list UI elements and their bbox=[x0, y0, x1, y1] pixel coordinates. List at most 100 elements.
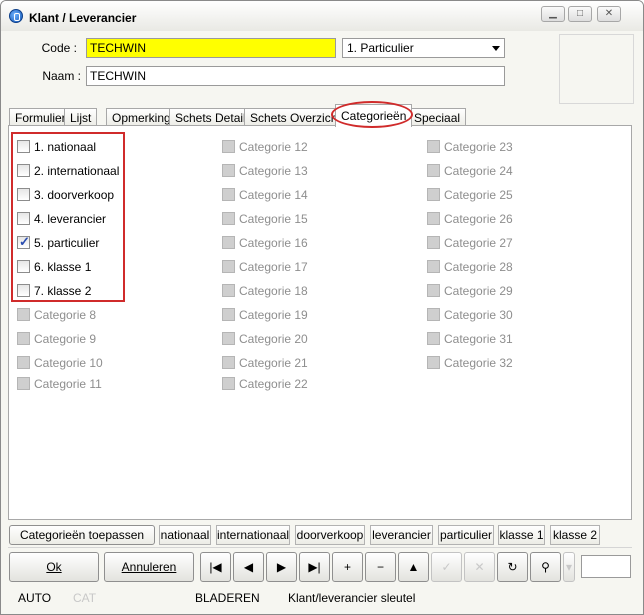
filter-klasse-1[interactable]: klasse 1 bbox=[498, 525, 545, 545]
tab-schets-detail[interactable]: Schets Detail bbox=[169, 108, 252, 126]
first-record-icon: |◀ bbox=[209, 560, 222, 574]
checkbox-box bbox=[222, 308, 235, 321]
category-label: Categorie 8 bbox=[34, 308, 97, 322]
category-label: Categorie 15 bbox=[239, 212, 308, 226]
move-up-button[interactable]: ▲ bbox=[398, 552, 429, 582]
status-mode: AUTO bbox=[18, 591, 52, 605]
checkbox-box bbox=[222, 236, 235, 249]
checkbox-box bbox=[17, 356, 30, 369]
checkbox-box[interactable] bbox=[17, 284, 30, 297]
filter-label: klasse 1 bbox=[499, 528, 544, 542]
add-record-button[interactable]: + bbox=[332, 552, 363, 582]
name-label: Naam : bbox=[42, 69, 81, 83]
checkbox-box bbox=[17, 377, 30, 390]
category-label: Categorie 13 bbox=[239, 164, 308, 178]
category-label: 2. internationaal bbox=[34, 164, 120, 178]
status-key: Klant/leverancier sleutel bbox=[288, 591, 416, 605]
tab-categorieen[interactable]: Categorieën bbox=[335, 104, 413, 127]
checkbox-box bbox=[427, 356, 440, 369]
client-type-select[interactable]: 1. Particulier bbox=[342, 38, 505, 58]
filter-leverancier[interactable]: leverancier bbox=[370, 525, 433, 545]
checkbox-box[interactable] bbox=[17, 260, 30, 273]
binoculars-button[interactable]: ⚲ bbox=[530, 552, 561, 582]
search-options-dropdown[interactable]: ▾ bbox=[563, 552, 575, 582]
app-icon bbox=[9, 9, 23, 23]
record-counter-box[interactable] bbox=[581, 555, 631, 578]
checkbox-box bbox=[222, 212, 235, 225]
code-input[interactable]: TECHWIN bbox=[86, 38, 336, 58]
tab-label: Schets Detail bbox=[175, 111, 246, 125]
maximize-button[interactable]: □ bbox=[568, 6, 592, 22]
title-bar[interactable]: Klant / Leverancier ▁ □ ✕ bbox=[1, 1, 643, 31]
cancel-button[interactable]: Annuleren bbox=[104, 552, 194, 582]
next-record-icon: ▶ bbox=[276, 560, 287, 574]
category-label: Categorie 29 bbox=[444, 284, 513, 298]
category-label: Categorie 12 bbox=[239, 140, 308, 154]
tab-formulier[interactable]: Formulier bbox=[9, 108, 72, 126]
filter-particulier[interactable]: particulier bbox=[438, 525, 494, 545]
filter-label: leverancier bbox=[372, 528, 431, 542]
refresh-button[interactable]: ↻ bbox=[497, 552, 528, 582]
filter-nationaal[interactable]: nationaal bbox=[159, 525, 211, 545]
tab-speciaal[interactable]: Speciaal bbox=[408, 108, 467, 126]
ok-label: Ok bbox=[46, 560, 62, 574]
filter-doorverkoop[interactable]: doorverkoop bbox=[295, 525, 365, 545]
checkbox-box[interactable]: ✓ bbox=[17, 234, 30, 249]
category-label: Categorie 17 bbox=[239, 260, 308, 274]
category-label: Categorie 27 bbox=[444, 236, 513, 250]
filter-klasse-2[interactable]: klasse 2 bbox=[550, 525, 600, 545]
add-record-icon: + bbox=[343, 560, 351, 574]
cancel-edit-button: ✕ bbox=[464, 552, 495, 582]
category-label: Categorie 16 bbox=[239, 236, 308, 250]
category-label: Categorie 25 bbox=[444, 188, 513, 202]
filter-label: doorverkoop bbox=[296, 528, 364, 542]
delete-record-button[interactable]: − bbox=[365, 552, 396, 582]
checkbox-box[interactable] bbox=[17, 212, 30, 225]
tab-lijst[interactable]: Lijst bbox=[64, 108, 98, 126]
status-state: BLADEREN bbox=[195, 591, 260, 605]
previous-record-icon: ◀ bbox=[243, 560, 254, 574]
checkbox-box bbox=[427, 188, 440, 201]
tab-opmerking[interactable]: Opmerking bbox=[106, 108, 177, 126]
category-label: Categorie 23 bbox=[444, 140, 513, 154]
category-label: Categorie 24 bbox=[444, 164, 513, 178]
category-label: Categorie 9 bbox=[34, 332, 97, 346]
name-value: TECHWIN bbox=[90, 69, 146, 83]
checkbox-box bbox=[222, 356, 235, 369]
checkbox-box[interactable] bbox=[17, 164, 30, 177]
category-label: Categorie 30 bbox=[444, 308, 513, 322]
checkbox-box[interactable] bbox=[17, 140, 30, 153]
filter-internationaal[interactable]: internationaal bbox=[216, 525, 290, 545]
category-label: Categorie 18 bbox=[239, 284, 308, 298]
tab-schets-overzicht[interactable]: Schets Overzicht bbox=[244, 108, 347, 126]
close-button[interactable]: ✕ bbox=[597, 6, 621, 22]
categories-panel bbox=[8, 125, 632, 520]
filter-label: klasse 2 bbox=[552, 528, 598, 542]
toolbar-divider bbox=[8, 547, 632, 548]
next-record-button[interactable]: ▶ bbox=[266, 552, 297, 582]
category-label: Categorie 10 bbox=[34, 356, 103, 370]
category-label: Categorie 26 bbox=[444, 212, 513, 226]
apply-categories-button[interactable]: Categorieën toepassen bbox=[9, 525, 155, 545]
status-cat: CAT bbox=[73, 591, 97, 605]
checkbox-box bbox=[427, 308, 440, 321]
client-supplier-window: Klant / Leverancier ▁ □ ✕ Code : TECHWIN… bbox=[0, 0, 644, 615]
cancel-label: Annuleren bbox=[121, 560, 177, 574]
binoculars-icon: ⚲ bbox=[541, 560, 550, 574]
client-type-value: 1. Particulier bbox=[347, 41, 414, 55]
category-label: Categorie 22 bbox=[239, 377, 308, 391]
filter-label: internationaal bbox=[217, 528, 290, 542]
checkbox-box bbox=[427, 212, 440, 225]
code-label: Code : bbox=[41, 41, 77, 55]
ok-button[interactable]: Ok bbox=[9, 552, 99, 582]
category-label: Categorie 20 bbox=[239, 332, 308, 346]
checkbox-box[interactable] bbox=[17, 188, 30, 201]
name-input[interactable]: TECHWIN bbox=[86, 66, 505, 86]
first-record-button[interactable]: |◀ bbox=[200, 552, 231, 582]
tab-label: Lijst bbox=[70, 111, 92, 125]
apply-categories-label: Categorieën toepassen bbox=[19, 528, 145, 542]
previous-record-button[interactable]: ◀ bbox=[233, 552, 264, 582]
minimize-button[interactable]: ▁ bbox=[541, 6, 565, 22]
checkbox-box bbox=[222, 188, 235, 201]
last-record-button[interactable]: ▶| bbox=[299, 552, 330, 582]
